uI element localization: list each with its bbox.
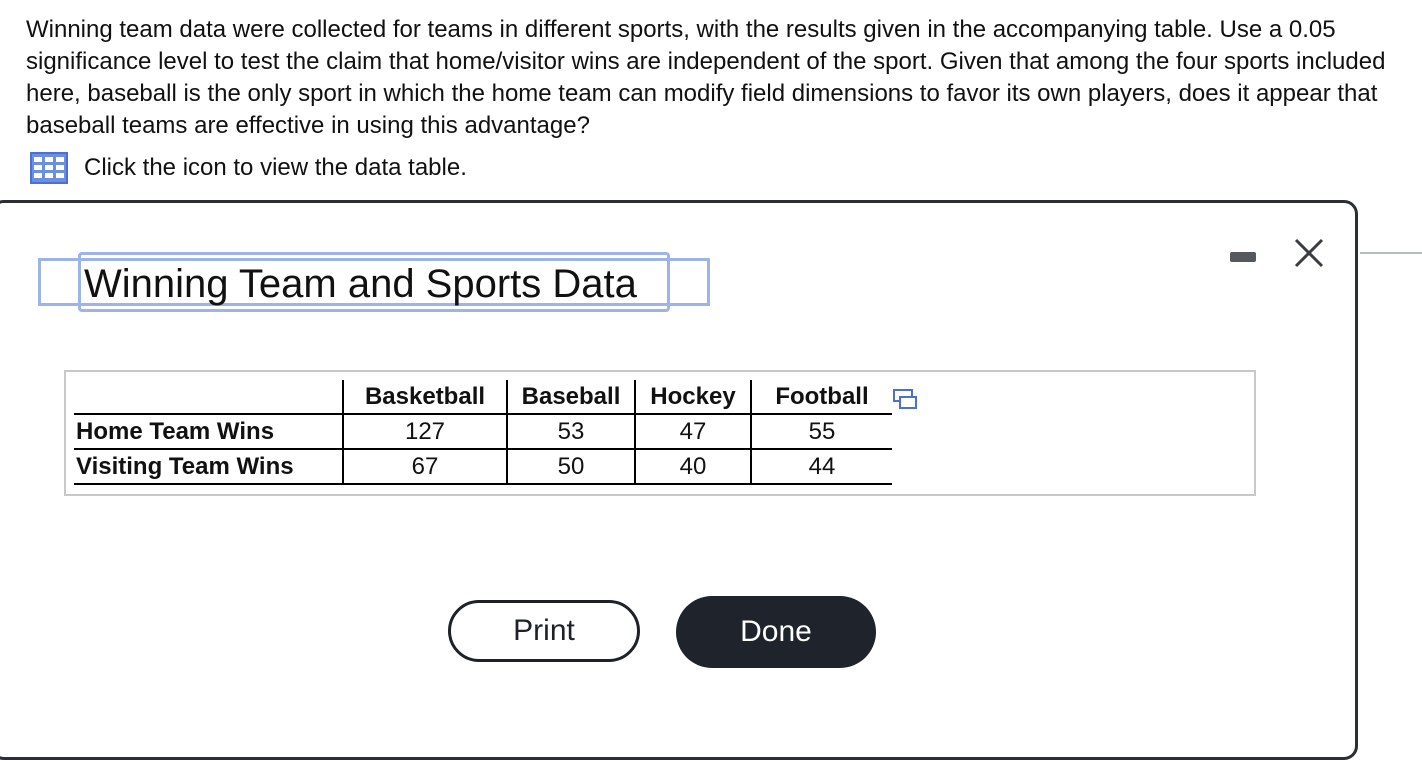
table-cell: 44 xyxy=(750,449,892,485)
view-data-table-link[interactable]: Click the icon to view the data table. xyxy=(30,150,467,186)
table-cell: 53 xyxy=(506,414,635,450)
table-cell: 40 xyxy=(634,449,751,485)
row-header: Home Team Wins xyxy=(74,414,343,450)
table-cell: 50 xyxy=(506,449,635,485)
column-header: Hockey xyxy=(634,380,751,415)
data-table: Basketball Baseball Hockey Football Home… xyxy=(74,380,892,485)
print-button[interactable]: Print xyxy=(448,600,640,662)
copy-icon[interactable] xyxy=(892,388,918,410)
done-button[interactable]: Done xyxy=(676,596,876,668)
column-header: Baseball xyxy=(506,380,635,415)
table-cell: 47 xyxy=(634,414,751,450)
column-header: Basketball xyxy=(342,380,507,415)
table-corner-cell xyxy=(74,380,343,415)
question-text: Winning team data were collected for tea… xyxy=(26,16,1386,139)
table-row: Home Team Wins 127 53 47 55 xyxy=(74,414,892,450)
table-cell: 55 xyxy=(750,414,892,450)
modal-title: Winning Team and Sports Data xyxy=(84,262,637,306)
row-header: Visiting Team Wins xyxy=(74,449,343,485)
data-link-label[interactable]: Click the icon to view the data table. xyxy=(84,154,467,182)
table-cell: 67 xyxy=(342,449,507,485)
divider xyxy=(1360,252,1422,254)
column-header: Football xyxy=(750,380,892,415)
table-row: Visiting Team Wins 67 50 40 44 xyxy=(74,449,892,485)
table-cell: 127 xyxy=(342,414,507,450)
close-icon[interactable] xyxy=(1290,234,1328,272)
table-grid-icon[interactable] xyxy=(30,152,68,184)
minimize-icon[interactable] xyxy=(1230,252,1256,262)
